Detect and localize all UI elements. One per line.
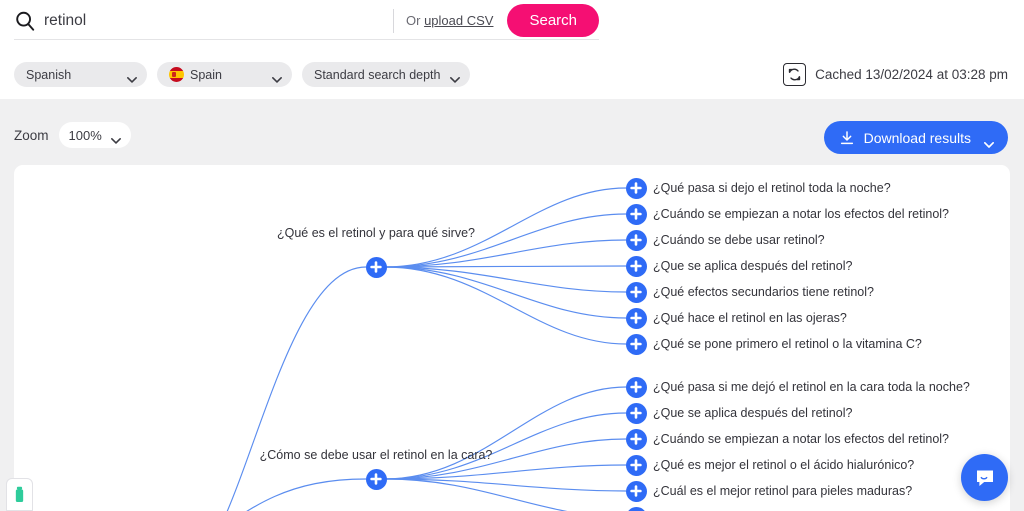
search-depth-filter-label: Standard search depth [314,67,441,82]
mindmap-leaf-label: ¿Qué hace el retinol en las ojeras? [653,310,847,325]
plus-circle-icon [630,182,642,194]
mindmap-canvas-area: ¿Qué es el retinol y para qué sirve? ¿Qué… [0,165,1024,511]
zoom-select[interactable]: 100% [58,122,131,148]
branch-retinol-como-usar-label: ¿Cómo se debe usar el retinol en la cara… [259,448,493,462]
mindmap-leaf-node[interactable] [625,307,647,329]
top-search-bar: Or upload CSV Search Spanish Spain [0,0,1024,99]
mindmap-leaf-label: ¿Qué se pone primero el retinol o la vit… [653,336,922,351]
chat-bubble-icon [976,470,993,486]
mindmap-leaf-node[interactable] [625,454,647,476]
chat-widget-button[interactable] [961,454,1008,501]
search-row: Or upload CSV Search [14,2,599,40]
mindmap-leaf-node[interactable] [625,402,647,424]
search-depth-filter[interactable]: Standard search depth [302,62,471,87]
upload-csv-text: Or upload CSV [406,13,493,28]
spain-flag-icon [169,67,184,82]
mindmap-canvas[interactable]: ¿Qué es el retinol y para qué sirve? ¿Qué… [14,165,1010,511]
chevron-down-icon [450,72,461,83]
bookmark-widget[interactable] [6,478,33,511]
zoom-control: Zoom 100% [14,122,131,148]
language-filter[interactable]: Spanish [14,62,147,87]
search-button[interactable]: Search [507,4,599,37]
cached-status-text: Cached 13/02/2024 at 03:28 pm [815,67,1008,82]
plus-circle-icon [630,407,642,419]
download-results-label: Download results [863,129,971,146]
plus-circle-icon [630,312,642,324]
refresh-icon[interactable] [783,63,807,86]
or-label: Or [406,13,425,28]
plus-circle-icon [630,260,642,272]
mindmap-leaf-label: ¿Qué pasa si dejo el retinol toda la noc… [653,180,891,195]
bookmark-icon [15,486,24,503]
plus-circle-icon [630,286,642,298]
mindmap-leaf-node[interactable] [625,480,647,502]
chevron-down-icon [127,72,137,83]
country-filter[interactable]: Spain [157,62,292,87]
filter-pills: Spanish Spain Standard search depth [14,62,471,87]
mindmap-leaf-node[interactable] [625,255,647,277]
plus-circle-icon [630,433,642,445]
chevron-down-icon [272,72,282,83]
mindmap-leaf-node[interactable] [625,177,647,199]
mindmap-leaf-label: ¿Qué pasa si me dejó el retinol en la ca… [653,379,970,394]
mindmap-leaf-label: ¿Qué es mejor el retinol o el ácido hial… [653,457,915,472]
branch-retinol-que-es-node[interactable] [365,256,387,278]
mindmap-leaf-label: ¿Cuándo se empiezan a notar los efectos … [653,206,950,221]
mindmap-leaf-label: ¿Cuándo se empiezan a notar los efectos … [653,431,950,446]
country-filter-label: Spain [190,67,222,82]
mindmap-leaf-label: ¿Que se aplica después del retinol? [653,405,853,420]
mindmap-leaf-node[interactable] [625,203,647,225]
chevron-down-icon [110,132,121,144]
search-icon [14,10,36,32]
cached-status: Cached 13/02/2024 at 03:28 pm [783,63,1008,86]
mindmap-leaf-label: ¿Cuál es el mejor retinol para pieles ma… [653,483,913,498]
plus-circle-icon [630,485,642,497]
plus-circle-icon [370,261,382,273]
branch-retinol-como-usar-node[interactable] [365,468,387,490]
mindmap-leaf-label: ¿Qué efectos secundarios tiene retinol? [653,284,874,299]
download-results-button[interactable]: Download results [823,121,1008,154]
zoom-value: 100% [68,127,102,143]
mindmap-leaf-node[interactable] [625,506,647,511]
mindmap-leaf-node[interactable] [625,333,647,355]
plus-circle-icon [370,473,382,485]
plus-circle-icon [630,234,642,246]
mindmap-leaf-node[interactable] [625,376,647,398]
search-divider [393,8,395,33]
branch-retinol-que-es-label: ¿Qué es el retinol y para qué sirve? [276,226,476,240]
mindmap-leaf-label: ¿Que se aplica después del retinol? [653,258,853,273]
plus-circle-icon [630,338,642,350]
plus-circle-icon [630,459,642,471]
zoom-label: Zoom [14,127,49,143]
mindmap-leaf-node[interactable] [625,229,647,251]
mindmap-leaf-node[interactable] [625,428,647,450]
language-filter-label: Spanish [26,67,72,82]
upload-csv-link[interactable]: upload CSV [424,13,493,28]
search-input[interactable] [44,11,394,30]
chevron-down-icon [984,135,994,148]
mindmap-leaf-label: ¿Cuándo se debe usar retinol? [653,232,825,247]
plus-circle-icon [630,208,642,220]
plus-circle-icon [630,381,642,393]
download-icon [839,130,855,146]
mindmap-leaf-node[interactable] [625,281,647,303]
